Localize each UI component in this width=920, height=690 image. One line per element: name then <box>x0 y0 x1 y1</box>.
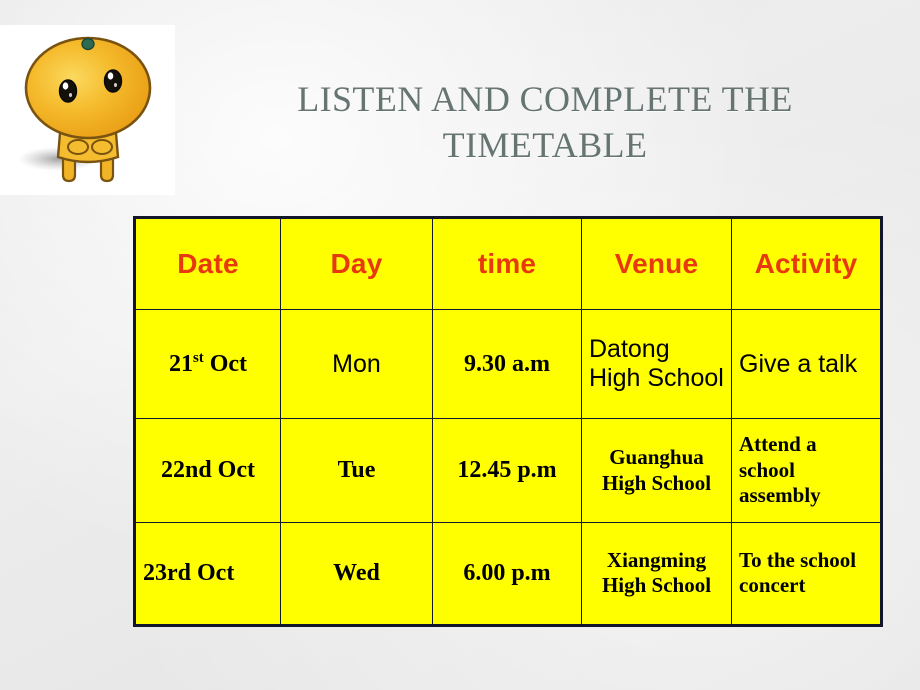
cell-activity-2: Attend a school assembly <box>731 418 882 523</box>
cell-venue-1: Datong High School <box>581 308 732 420</box>
cell-activity-3: To the school concert <box>731 521 882 627</box>
page-title: LISTEN AND COMPLETE THE TIMETABLE <box>297 79 793 166</box>
cell-time-2: 12.45 p.m <box>432 418 582 523</box>
timetable-container: Date Day time Venue Activity 21st Oct Mo… <box>133 216 883 627</box>
cell-time-3: 6.00 p.m <box>432 521 582 627</box>
column-header-date: Date <box>134 217 281 310</box>
cell-date-2: 22nd Oct <box>134 418 281 523</box>
date-number-1: 21 <box>168 351 193 378</box>
table-header-row: Date Day time Venue Activity <box>134 217 882 310</box>
cell-day-3: Wed <box>280 521 433 627</box>
column-header-day: Day <box>280 217 433 310</box>
cell-day-2: Tue <box>280 418 433 523</box>
slide-canvas: LISTEN AND COMPLETE THE TIMETABLE Date D… <box>0 0 920 690</box>
cell-day-1: Mon <box>280 308 433 420</box>
cell-date-3: 23rd Oct <box>134 521 281 627</box>
cell-activity-1: Give a talk <box>731 308 882 420</box>
column-header-venue: Venue <box>581 217 732 310</box>
cell-time-1: 9.30 a.m <box>432 308 582 420</box>
table-row: 22nd Oct Tue 12.45 p.m Guanghua High Sch… <box>134 418 882 523</box>
timetable: Date Day time Venue Activity 21st Oct Mo… <box>133 216 883 627</box>
date-ordinal-1: st <box>192 350 204 367</box>
table-row: 23rd Oct Wed 6.00 p.m Xiangming High Sch… <box>134 521 882 627</box>
date-month-1: Oct <box>203 351 248 378</box>
cell-venue-2: Guanghua High School <box>581 418 732 523</box>
cartoon-orange-character-icon <box>18 36 152 183</box>
clipart-image-box <box>0 25 175 195</box>
table-row: 21st Oct Mon 9.30 a.m Datong High School… <box>134 308 882 420</box>
column-header-activity: Activity <box>731 217 882 310</box>
column-header-time: time <box>432 217 582 310</box>
cell-venue-3: Xiangming High School <box>581 521 732 627</box>
cell-date-1: 21st Oct <box>134 308 281 420</box>
